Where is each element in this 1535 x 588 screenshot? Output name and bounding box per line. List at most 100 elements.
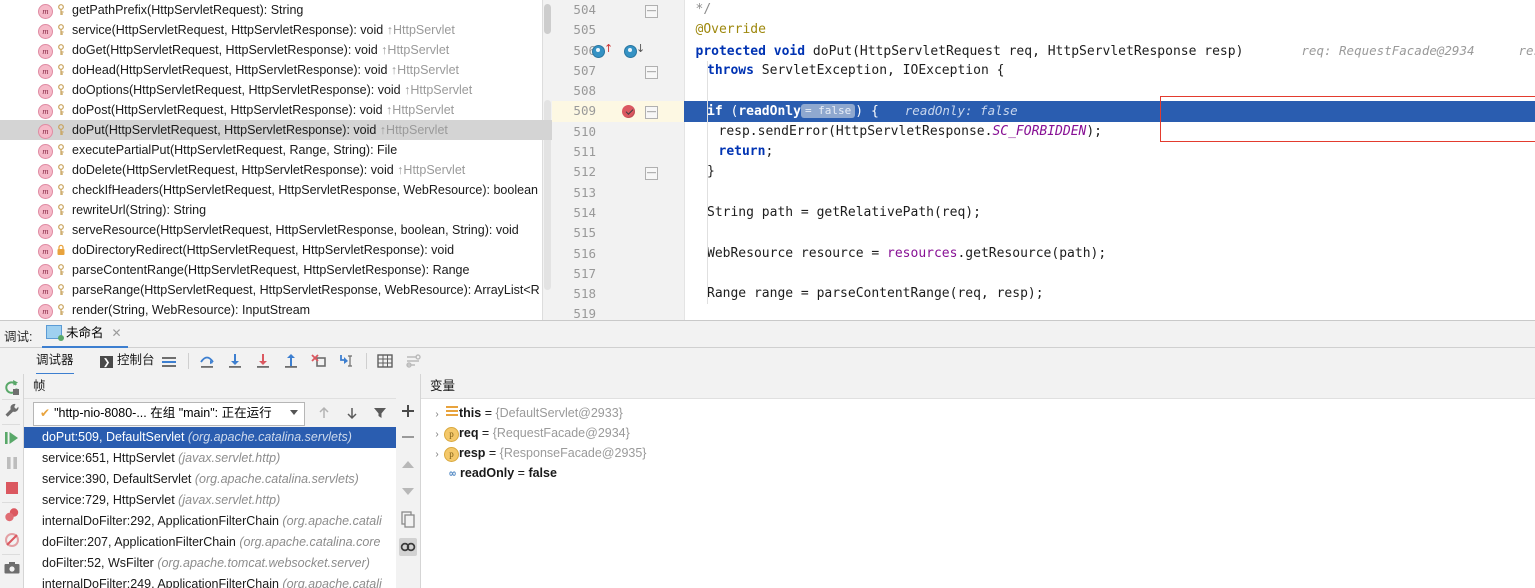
- code-text: return;: [684, 142, 773, 162]
- view-breakpoints-icon[interactable]: [3, 506, 21, 524]
- code-line[interactable]: 505@Override: [552, 20, 1535, 40]
- variable-row[interactable]: ›presp = {ResponseFacade@2935}: [421, 443, 1535, 463]
- frame-row[interactable]: service:729, HttpServlet (javax.servlet.…: [24, 490, 420, 511]
- remove-icon[interactable]: [399, 428, 417, 446]
- variable-row[interactable]: ›preq = {RequestFacade@2934}: [421, 423, 1535, 443]
- frame-row[interactable]: service:651, HttpServlet (javax.servlet.…: [24, 448, 420, 469]
- code-line[interactable]: 508: [552, 81, 1535, 101]
- variable-row[interactable]: ›this = {DefaultServlet@2933}: [421, 403, 1535, 423]
- code-line[interactable]: 519: [552, 304, 1535, 320]
- code-fold-toggle[interactable]: —: [645, 106, 658, 119]
- method-list-item[interactable]: mdoOptions(HttpServletRequest, HttpServl…: [0, 80, 552, 100]
- settings-icon[interactable]: [404, 352, 422, 370]
- code-line[interactable]: 513: [552, 183, 1535, 203]
- method-list-item[interactable]: mdoPost(HttpServletRequest, HttpServletR…: [0, 100, 552, 120]
- step-out-icon[interactable]: [282, 352, 300, 370]
- code-editor[interactable]: 504—*/505@Override506↑↓protected void do…: [552, 0, 1535, 320]
- add-icon[interactable]: [399, 402, 417, 420]
- method-list-item[interactable]: mdoPut(HttpServletRequest, HttpServletRe…: [0, 120, 552, 140]
- code-line[interactable]: 515: [552, 223, 1535, 243]
- stop-icon[interactable]: [3, 479, 21, 497]
- code-line[interactable]: 509—if (readOnly= false) {readOnly: fals…: [552, 101, 1535, 121]
- session-icon: [46, 325, 62, 339]
- thread-dropdown[interactable]: ✔"http-nio-8080-... 在组 "main": 正在运行: [33, 402, 305, 426]
- run-to-cursor-icon[interactable]: [338, 352, 356, 370]
- variable-value: {DefaultServlet@2933}: [495, 406, 622, 420]
- expand-chevron-icon[interactable]: ›: [430, 405, 444, 425]
- frame-method: doFilter:207, ApplicationFilterChain: [42, 535, 236, 549]
- editor-area: mgetPathPrefix(HttpServletRequest): Stri…: [0, 0, 1535, 320]
- settings-wrench-icon[interactable]: [3, 402, 21, 420]
- visibility-key-icon: [56, 103, 66, 117]
- code-line[interactable]: 512—}: [552, 162, 1535, 182]
- method-list-item[interactable]: mcheckIfHeaders(HttpServletRequest, Http…: [0, 180, 552, 200]
- evaluate-expression-icon[interactable]: [376, 352, 394, 370]
- step-into-icon[interactable]: [226, 352, 244, 370]
- frame-row[interactable]: service:390, DefaultServlet (org.apache.…: [24, 469, 420, 490]
- frame-method: service:729, HttpServlet: [42, 493, 175, 507]
- indent-guide: [707, 284, 708, 304]
- tab-debugger[interactable]: 调试器: [36, 348, 74, 375]
- code-line[interactable]: 514String path = getRelativePath(req);: [552, 203, 1535, 223]
- line-number: 516: [552, 244, 596, 264]
- code-line[interactable]: 507—throws ServletException, IOException…: [552, 61, 1535, 81]
- method-list-item[interactable]: mrender(String, WebResource): InputStrea…: [0, 300, 552, 320]
- drop-frame-icon[interactable]: [310, 352, 328, 370]
- up-icon[interactable]: [399, 456, 417, 474]
- code-line[interactable]: 517: [552, 264, 1535, 284]
- method-list-item[interactable]: mparseContentRange(HttpServletRequest, H…: [0, 260, 552, 280]
- tab-console[interactable]: ❯控制台: [100, 348, 155, 373]
- mute-breakpoints-icon[interactable]: [3, 531, 21, 549]
- down-icon[interactable]: [399, 482, 417, 500]
- move-up-icon[interactable]: [316, 405, 332, 421]
- divider-4: [2, 554, 20, 555]
- divider-3: [2, 502, 20, 503]
- step-over-icon[interactable]: [198, 352, 216, 370]
- frame-row[interactable]: internalDoFilter:292, ApplicationFilterC…: [24, 511, 420, 532]
- debug-session-tab[interactable]: 未命名✕: [42, 321, 128, 348]
- filter-icon[interactable]: [372, 405, 388, 421]
- close-icon[interactable]: ✕: [112, 326, 122, 340]
- code-line[interactable]: 518Range range = parseContentRange(req, …: [552, 284, 1535, 304]
- method-list-item[interactable]: mexecutePartialPut(HttpServletRequest, R…: [0, 140, 552, 160]
- move-down-icon[interactable]: [344, 405, 360, 421]
- force-step-into-icon[interactable]: [254, 352, 272, 370]
- pause-icon[interactable]: [3, 454, 21, 472]
- rerun-icon[interactable]: [3, 378, 21, 396]
- code-fold-toggle[interactable]: —: [645, 66, 658, 79]
- method-list-item[interactable]: mdoDelete(HttpServletRequest, HttpServle…: [0, 160, 552, 180]
- method-list-item[interactable]: mparseRange(HttpServletRequest, HttpServ…: [0, 280, 552, 300]
- method-list-item[interactable]: mgetPathPrefix(HttpServletRequest): Stri…: [0, 0, 552, 20]
- frame-row[interactable]: internalDoFilter:249, ApplicationFilterC…: [24, 574, 420, 588]
- method-list-item[interactable]: mserveResource(HttpServletRequest, HttpS…: [0, 220, 552, 240]
- code-line[interactable]: 506↑↓protected void doPut(HttpServletReq…: [552, 41, 1535, 61]
- code-line[interactable]: 516WebResource resource = resources.getR…: [552, 244, 1535, 264]
- method-structure-popup[interactable]: mgetPathPrefix(HttpServletRequest): Stri…: [0, 0, 553, 321]
- resume-icon[interactable]: [3, 429, 21, 447]
- frames-icon[interactable]: [160, 352, 178, 370]
- frame-row[interactable]: doFilter:52, WsFilter (org.apache.tomcat…: [24, 553, 420, 574]
- toggle-icon[interactable]: [399, 538, 417, 556]
- chevron-down-icon[interactable]: [290, 410, 298, 415]
- visibility-key-icon: [56, 123, 66, 137]
- method-list-item[interactable]: mdoGet(HttpServletRequest, HttpServletRe…: [0, 40, 552, 60]
- method-icon: m: [38, 124, 53, 139]
- code-line[interactable]: 504—*/: [552, 0, 1535, 20]
- method-list-item[interactable]: mservice(HttpServletRequest, HttpServlet…: [0, 20, 552, 40]
- frame-row[interactable]: doFilter:207, ApplicationFilterChain (or…: [24, 532, 420, 553]
- variable-row[interactable]: ∞readOnly = false: [421, 463, 1535, 483]
- indent-guide: [707, 122, 708, 142]
- code-line[interactable]: 511return;: [552, 142, 1535, 162]
- expand-chevron-icon[interactable]: ›: [430, 425, 444, 445]
- code-fold-toggle[interactable]: —: [645, 167, 658, 180]
- method-list-item[interactable]: mdoDirectoryRedirect(HttpServletRequest,…: [0, 240, 552, 260]
- screenshot-icon[interactable]: [3, 559, 21, 577]
- visibility-key-icon: [56, 183, 66, 197]
- frame-row[interactable]: doPut:509, DefaultServlet (org.apache.ca…: [24, 427, 420, 448]
- expand-chevron-icon[interactable]: ›: [430, 445, 444, 465]
- code-fold-toggle[interactable]: —: [645, 5, 658, 18]
- method-list-item[interactable]: mdoHead(HttpServletRequest, HttpServletR…: [0, 60, 552, 80]
- code-line[interactable]: 510resp.sendError(HttpServletResponse.SC…: [552, 122, 1535, 142]
- copy-icon[interactable]: [399, 510, 417, 528]
- method-list-item[interactable]: mrewriteUrl(String): String: [0, 200, 552, 220]
